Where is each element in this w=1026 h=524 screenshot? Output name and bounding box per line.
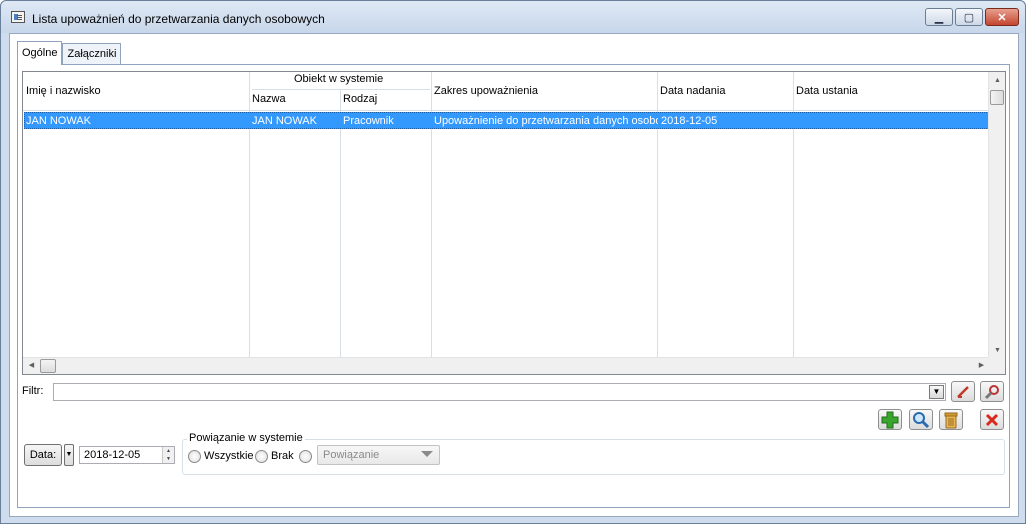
clear-filter-icon <box>957 385 969 398</box>
add-button[interactable] <box>878 409 902 430</box>
red-x-icon <box>985 413 999 426</box>
column-header-data-ustania[interactable]: Data ustania <box>796 85 858 97</box>
header-separator <box>23 110 991 111</box>
filter-dropdown-button[interactable]: ▼ <box>929 385 944 399</box>
date-field[interactable]: 2018-12-05 ▲ ▼ <box>79 446 175 464</box>
powiazanie-combo[interactable]: Powiązanie <box>317 445 440 465</box>
column-header-nazwa[interactable]: Nazwa <box>252 93 286 105</box>
filter-wrench-icon <box>984 384 999 399</box>
trash-icon <box>944 412 958 428</box>
main-window: Lista upoważnień do przetwarzania danych… <box>0 0 1026 524</box>
tab-zalaczniki[interactable]: Załączniki <box>62 43 122 65</box>
date-button[interactable]: Data: <box>24 444 62 466</box>
cell-zakres: Upoważnienie do przetwarzania danych oso… <box>434 115 658 127</box>
close-button[interactable] <box>980 409 1004 430</box>
close-window-button[interactable]: ✕ <box>985 8 1019 26</box>
column-header-data-nadania[interactable]: Data nadania <box>660 85 725 97</box>
powiazanie-legend: Powiązanie w systemie <box>187 432 305 444</box>
authorizations-grid[interactable]: Imię i nazwisko Obiekt w systemie Nazwa … <box>22 71 1006 375</box>
tab-strip: Ogólne Załączniki <box>17 41 122 65</box>
view-button[interactable] <box>909 409 933 430</box>
cell-rodzaj: Pracownik <box>343 115 394 127</box>
cell-imie: JAN NOWAK <box>26 115 91 127</box>
tab-ogolne[interactable]: Ogólne <box>17 41 63 65</box>
column-divider <box>340 90 341 358</box>
vertical-scroll-thumb[interactable] <box>990 90 1004 105</box>
powiazanie-combo-value: Powiązanie <box>323 449 380 461</box>
vertical-scrollbar[interactable]: ▲ ▼ <box>988 72 1005 359</box>
date-value: 2018-12-05 <box>84 449 141 461</box>
scroll-up-icon[interactable]: ▲ <box>989 72 1005 89</box>
radio-wszystkie[interactable] <box>188 450 201 463</box>
magnifier-icon <box>913 411 930 428</box>
app-icon <box>11 11 25 23</box>
horizontal-scroll-thumb[interactable] <box>40 359 56 373</box>
cell-data-nadania: 2018-12-05 <box>661 115 718 127</box>
radio-brak[interactable] <box>255 450 268 463</box>
chevron-down-icon <box>421 451 433 457</box>
scroll-left-icon[interactable]: ◀ <box>23 358 40 374</box>
horizontal-scrollbar[interactable]: ◀ ▶ <box>23 357 990 374</box>
filter-label: Filtr: <box>22 385 44 397</box>
plus-icon <box>881 411 899 428</box>
tab-panel-ogolne: Imię i nazwisko Obiekt w systemie Nazwa … <box>17 64 1010 508</box>
filter-input[interactable]: ▼ <box>53 383 946 401</box>
column-group-obiekt: Obiekt w systemie <box>294 73 384 85</box>
column-header-rodzaj[interactable]: Rodzaj <box>343 93 377 105</box>
scroll-corner <box>988 357 1005 374</box>
group-header-separator <box>252 89 430 90</box>
filter-settings-button[interactable] <box>980 381 1004 402</box>
maximize-button[interactable]: ▢ <box>955 8 983 26</box>
delete-button[interactable] <box>939 409 963 430</box>
window-title: Lista upoważnień do przetwarzania danych… <box>32 12 325 26</box>
table-row[interactable]: JAN NOWAK JAN NOWAK Pracownik Upoważnien… <box>24 112 991 129</box>
column-header-zakres[interactable]: Zakres upoważnienia <box>434 85 538 97</box>
radio-brak-label[interactable]: Brak <box>271 450 294 462</box>
date-mode-dropdown[interactable]: ▼ <box>64 444 74 466</box>
title-bar[interactable]: Lista upoważnień do przetwarzania danych… <box>1 1 1025 33</box>
powiazanie-group: Powiązanie w systemie Wszystkie Brak Pow… <box>182 432 1005 475</box>
column-header-imie[interactable]: Imię i nazwisko <box>26 85 101 97</box>
window-client: Ogólne Załączniki Imię i nazwisko Obiekt… <box>9 33 1019 517</box>
cell-nazwa: JAN NOWAK <box>252 115 317 127</box>
radio-wszystkie-label[interactable]: Wszystkie <box>204 450 254 462</box>
window-controls: ▁ ▢ ✕ <box>925 8 1019 26</box>
clear-filter-button[interactable] <box>951 381 975 402</box>
date-spinner[interactable]: ▲ ▼ <box>162 447 174 463</box>
minimize-button[interactable]: ▁ <box>925 8 953 26</box>
radio-powiazanie[interactable] <box>299 450 312 463</box>
